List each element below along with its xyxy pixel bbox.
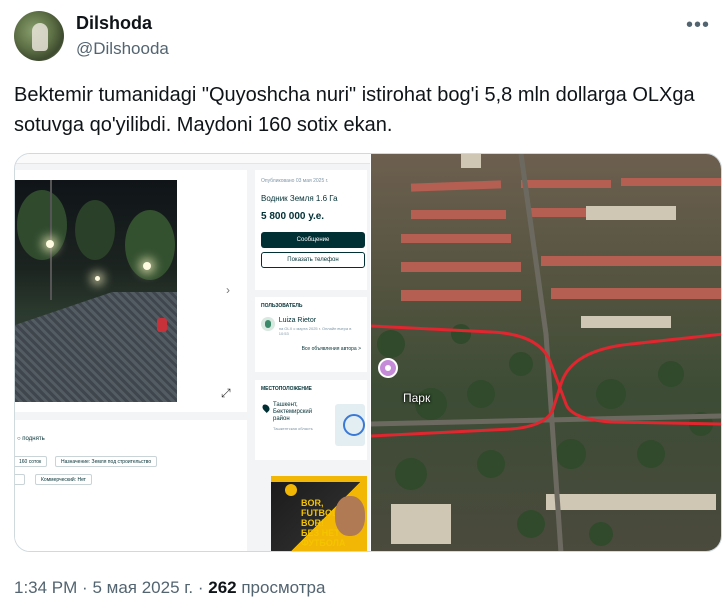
satellite-map[interactable]: Парк xyxy=(371,154,721,551)
meta-separator: · xyxy=(82,578,88,597)
seller-meta: на OLX с марта 2025 г. Онлайн вчера в 10… xyxy=(278,326,352,336)
listing-photo xyxy=(15,180,177,402)
raise-listing-link[interactable]: ○ поднять xyxy=(17,436,45,442)
expand-icon[interactable]: ⤢ xyxy=(221,386,231,401)
all-ads-link[interactable]: Все объявления автора > xyxy=(261,346,361,352)
tag-purpose: Назначение: Земля под строительство xyxy=(55,456,158,467)
published-date: Опубликовано 03 мая 2025 г. xyxy=(261,178,329,184)
author-handle[interactable]: @Dilshooda xyxy=(76,39,169,59)
params-card: ○ поднять 160 соток Назначение: Земля по… xyxy=(15,420,247,551)
message-button[interactable]: Сообщение xyxy=(261,232,365,248)
ad-banner[interactable]: BOR, FUTBOL BOR! БЕЗ НЕТ ФУТБОЛА xyxy=(271,476,367,551)
seller-card: ПОЛЬЗОВАТЕЛЬ Luiza Rietor на OLX с марта… xyxy=(255,297,367,372)
seller-section-title: ПОЛЬЗОВАТЕЛЬ xyxy=(261,303,303,309)
seller-name[interactable]: Luiza Rietor xyxy=(279,317,361,324)
price-card: Опубликовано 03 мая 2025 г. Водник Земля… xyxy=(255,170,367,290)
map-drawing xyxy=(371,154,721,551)
tag-area: 160 соток xyxy=(15,456,48,467)
listing-title: Водник Земля 1.6 Га xyxy=(261,194,338,203)
listing-screenshot[interactable]: › ⤢ Опубликовано 03 мая 2025 г. Водник З… xyxy=(15,154,370,551)
tweet-time[interactable]: 1:34 PM xyxy=(14,578,77,597)
location-section-title: МЕСТОПОЛОЖЕНИЕ xyxy=(261,386,312,392)
location-card: МЕСТОПОЛОЖЕНИЕ Ташкент, Бектемирский рай… xyxy=(255,380,367,460)
listing-photo-card: › ⤢ xyxy=(15,170,247,412)
media-grid: › ⤢ Опубликовано 03 мая 2025 г. Водник З… xyxy=(14,153,722,552)
views-label: просмотра xyxy=(241,578,326,597)
location-mini-map[interactable] xyxy=(335,404,365,446)
tag-partial xyxy=(15,474,25,485)
location-region: Ташкентская область xyxy=(273,426,313,431)
uefa-logo-icon xyxy=(285,484,297,496)
tweet-meta: 1:34 PM · 5 мая 2025 г. · 262 просмотра xyxy=(14,578,325,598)
meta-separator: · xyxy=(197,578,204,597)
author-name[interactable]: Dilshoda xyxy=(76,13,152,34)
listing-header-bar xyxy=(15,154,370,164)
location-city: Ташкент, Бектемирский район xyxy=(273,402,313,422)
tweet-date[interactable]: 5 мая 2025 г. xyxy=(92,578,193,597)
location-pin-icon[interactable] xyxy=(378,358,398,378)
listing-price: 5 800 000 у.е. xyxy=(261,211,325,222)
seller-avatar[interactable] xyxy=(261,317,275,331)
more-horizontal-icon[interactable]: ••• xyxy=(686,14,710,37)
tweet-text: Bektemir tumanidagi "Quyoshcha nuri" ist… xyxy=(14,84,695,136)
location-pin-icon xyxy=(261,403,271,413)
banner-player-image xyxy=(335,496,365,536)
show-phone-button[interactable]: Показать телефон xyxy=(261,252,365,268)
tag-commercial: Коммерческий: Нет xyxy=(35,474,92,485)
avatar[interactable] xyxy=(14,11,64,61)
chevron-right-icon[interactable]: › xyxy=(226,283,230,297)
views-count: 262 xyxy=(208,578,237,597)
park-label: Парк xyxy=(403,391,431,405)
